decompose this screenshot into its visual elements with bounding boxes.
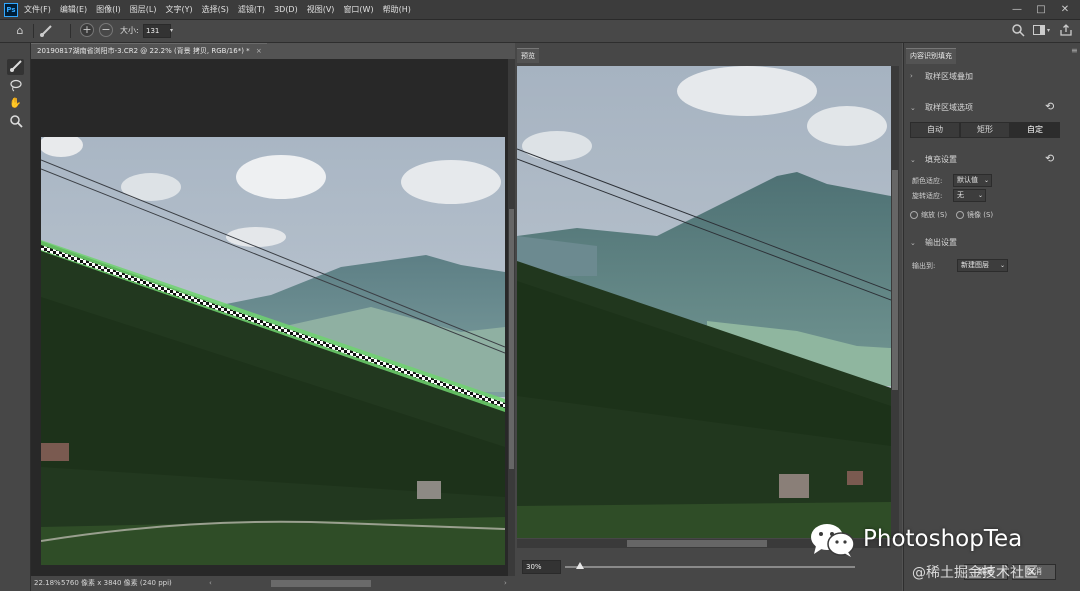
mirror-label: 镜像 (S): [967, 211, 994, 219]
menu-layer[interactable]: 图层(L): [130, 0, 157, 19]
toolbar-divider: [33, 24, 34, 38]
document-tab[interactable]: 20190817湖南省浏阳市-3.CR2 @ 22.2% (背景 拷贝, RGB…: [31, 43, 267, 59]
mirror-checkbox[interactable]: [956, 211, 964, 219]
chevron-down-icon[interactable]: ⌄: [910, 239, 916, 247]
panel-menu-icon[interactable]: ≡: [1071, 46, 1078, 55]
scale-label: 缩放 (S): [921, 211, 948, 219]
close-button[interactable]: ✕: [1054, 0, 1076, 19]
chevron-down-icon[interactable]: ⌄: [910, 156, 916, 164]
mode-rectangle-button[interactable]: 矩形: [960, 122, 1010, 138]
workspace-icon[interactable]: [1031, 23, 1047, 39]
scrollbar-thumb[interactable]: [509, 209, 514, 469]
toolbar-divider: [70, 24, 71, 38]
menu-image[interactable]: 图像(I): [96, 0, 121, 19]
watermark-site: @稀土掘金技术社区: [912, 565, 1038, 581]
chevron-down-icon: ⌄: [977, 192, 983, 199]
wechat-logo-icon: [810, 522, 856, 558]
chevron-down-icon: ⌄: [983, 177, 989, 184]
status-zoom[interactable]: 22.18%: [34, 576, 61, 591]
menu-file[interactable]: 文件(F): [24, 0, 51, 19]
mode-custom-button[interactable]: 自定: [1010, 122, 1060, 138]
scroll-left-icon[interactable]: ‹: [209, 576, 212, 591]
scrollbar-thumb[interactable]: [627, 540, 767, 547]
status-info: 5760 像素 x 3840 像素 (240 ppi): [61, 579, 172, 587]
hand-icon[interactable]: ✋: [7, 96, 24, 112]
chevron-down-icon[interactable]: ⌄: [910, 104, 916, 112]
mode-auto-button[interactable]: 自动: [910, 122, 960, 138]
minimize-button[interactable]: —: [1006, 0, 1028, 19]
menu-window[interactable]: 窗口(W): [343, 0, 373, 19]
reset-icon[interactable]: ⟲: [1045, 100, 1054, 113]
reset-icon[interactable]: ⟲: [1045, 152, 1054, 165]
menu-type[interactable]: 文字(Y): [165, 0, 192, 19]
chevron-down-icon: ⌄: [999, 262, 1005, 269]
subtract-from-sample-icon[interactable]: −: [99, 23, 113, 37]
size-input[interactable]: 131: [143, 24, 171, 38]
preview-zoom-slider-thumb[interactable]: [575, 562, 584, 569]
share-icon[interactable]: [1058, 23, 1074, 39]
chevron-right-icon[interactable]: ›: [169, 576, 172, 591]
document-image[interactable]: [41, 137, 505, 565]
document-vertical-scrollbar[interactable]: [508, 59, 515, 576]
output-to-label: 输出到:: [912, 262, 936, 270]
preview-zoom-input[interactable]: 30%: [522, 560, 561, 574]
sampling-overlay-heading[interactable]: 取样区域叠加: [925, 71, 973, 82]
add-to-sample-icon[interactable]: +: [80, 23, 94, 37]
close-tab-icon[interactable]: ×: [256, 47, 262, 55]
horizontal-scrollbar-thumb[interactable]: [271, 580, 371, 587]
rotation-adapt-value: 无: [957, 191, 964, 199]
size-label: 大小:: [120, 26, 139, 35]
chevron-down-icon[interactable]: ▾: [170, 27, 173, 34]
photoshop-logo-icon: Ps: [4, 3, 18, 17]
fill-settings-heading[interactable]: 填充设置: [925, 154, 957, 165]
output-settings-heading[interactable]: 输出设置: [925, 237, 957, 248]
sampling-brush-icon[interactable]: [7, 59, 24, 75]
lasso-icon[interactable]: [7, 78, 24, 94]
preview-zoom-slider[interactable]: [565, 566, 855, 568]
watermark-brand: PhotoshopTea: [863, 526, 1023, 552]
scroll-right-icon[interactable]: ›: [504, 576, 507, 591]
rotation-adapt-label: 旋转适应:: [912, 192, 943, 200]
menu-items: 文件(F) 编辑(E) 图像(I) 图层(L) 文字(Y) 选择(S) 滤镜(T…: [24, 0, 420, 19]
document-status-bar: 22.18% 5760 像素 x 3840 像素 (240 ppi) › ‹ ›: [31, 576, 515, 591]
output-to-dropdown[interactable]: 新建图层 ⌄: [957, 259, 1008, 272]
chevron-down-icon[interactable]: ▾: [1047, 27, 1050, 34]
rotation-adapt-dropdown[interactable]: 无 ⌄: [953, 189, 986, 202]
menu-select[interactable]: 选择(S): [202, 0, 229, 19]
menu-filter[interactable]: 滤镜(T): [238, 0, 265, 19]
preview-tab[interactable]: 预览: [517, 48, 539, 63]
sampling-options-heading[interactable]: 取样区域选项: [925, 102, 973, 113]
zoom-icon[interactable]: [7, 114, 24, 130]
output-to-value: 新建图层: [961, 261, 989, 269]
preview-image[interactable]: [517, 66, 891, 538]
maximize-button[interactable]: □: [1030, 0, 1052, 19]
search-icon[interactable]: [1010, 23, 1026, 39]
document-tab-title: 20190817湖南省浏阳市-3.CR2 @ 22.2% (背景 拷贝, RGB…: [37, 47, 250, 55]
color-adapt-dropdown[interactable]: 默认值 ⌄: [953, 174, 992, 187]
brush-preset-icon[interactable]: [38, 23, 54, 39]
menu-help[interactable]: 帮助(H): [383, 0, 411, 19]
menu-edit[interactable]: 编辑(E): [60, 0, 87, 19]
menu-view[interactable]: 视图(V): [307, 0, 335, 19]
menu-3d[interactable]: 3D(D): [274, 0, 298, 19]
color-adapt-value: 默认值: [957, 176, 978, 184]
preview-vertical-scrollbar[interactable]: [891, 66, 899, 538]
chevron-right-icon[interactable]: ›: [910, 72, 913, 80]
color-adapt-label: 颜色适应:: [912, 177, 943, 185]
panel-tab[interactable]: 内容识别填充: [906, 48, 956, 64]
scrollbar-thumb[interactable]: [892, 170, 898, 390]
scale-checkbox[interactable]: [910, 211, 918, 219]
home-icon[interactable]: ⌂: [12, 23, 28, 39]
